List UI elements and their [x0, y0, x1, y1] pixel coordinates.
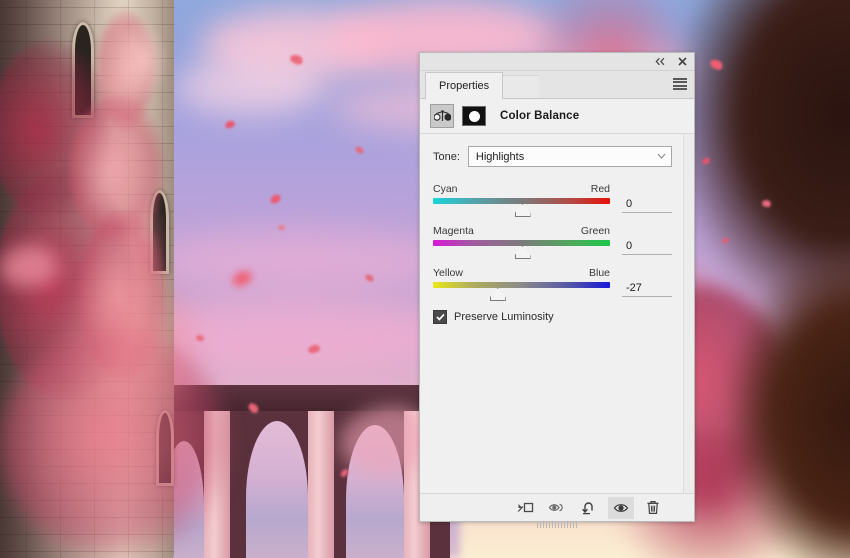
preserve-luminosity-label: Preserve Luminosity [454, 311, 554, 323]
layer-mask-thumbnail[interactable] [462, 106, 486, 126]
clip-to-layer-icon [517, 502, 533, 512]
slider-magenta-green-right-label: Green [580, 225, 610, 237]
clip-to-layer-button[interactable] [512, 497, 538, 519]
tone-select[interactable]: Highlights [467, 146, 672, 167]
panel-body: Tone: Highlights Cyan Red 0 Magenta Gree… [420, 134, 694, 493]
hamburger-menu-icon [673, 81, 687, 84]
panel-menu-button[interactable] [673, 78, 687, 90]
checkmark-icon [435, 313, 445, 321]
close-panel-button[interactable] [676, 55, 689, 68]
hamburger-menu-icon [673, 88, 687, 90]
panel-titlebar[interactable] [420, 53, 694, 71]
slider-yellow-blue-thumb[interactable] [489, 288, 506, 301]
panel-scrollbar[interactable] [683, 134, 694, 493]
preserve-luminosity-row[interactable]: Preserve Luminosity [433, 310, 672, 324]
slider-cyan-red: Cyan Red 0 [433, 183, 672, 217]
cloud [150, 230, 450, 290]
falling-petal [0, 245, 58, 287]
close-icon [678, 57, 687, 66]
view-previous-state-button[interactable] [544, 497, 570, 519]
slider-cyan-red-thumb[interactable] [514, 204, 531, 217]
tab-properties-label: Properties [439, 80, 490, 92]
trash-icon [647, 501, 659, 514]
color-balance-controls: Tone: Highlights Cyan Red 0 Magenta Gree… [420, 134, 694, 324]
color-balance-scales-icon [433, 110, 451, 121]
slider-magenta-green-left-label: Magenta [433, 225, 474, 237]
reset-button[interactable] [576, 497, 602, 519]
slider-cyan-red-value[interactable]: 0 [622, 197, 672, 213]
tab-properties[interactable]: Properties [425, 72, 504, 99]
cloud [175, 60, 325, 115]
blossom-cluster [118, 20, 168, 100]
collapse-to-icons-button[interactable] [654, 55, 667, 68]
properties-panel[interactable]: Properties Color Balance Tone: Highlight… [419, 52, 695, 528]
slider-magenta-green-value[interactable]: 0 [622, 239, 672, 255]
foreground-tree-trunk [730, 250, 850, 558]
tone-row: Tone: Highlights [433, 146, 672, 167]
slider-yellow-blue-value[interactable]: -27 [622, 281, 672, 297]
slider-cyan-red-left-label: Cyan [433, 183, 458, 195]
tone-select-value: Highlights [475, 150, 525, 163]
view-previous-state-icon [548, 503, 563, 512]
slider-yellow-blue: Yellow Blue -27 [433, 267, 672, 301]
tab-bar-filler [502, 75, 540, 98]
slider-yellow-blue-right-label: Blue [588, 267, 610, 279]
slider-magenta-green-thumb[interactable] [514, 246, 531, 259]
hamburger-menu-icon [673, 84, 687, 87]
reset-arrow-icon [582, 501, 593, 514]
adjustment-header: Color Balance [420, 99, 694, 134]
hamburger-menu-icon [673, 78, 687, 80]
tone-label: Tone: [433, 150, 460, 163]
eye-icon [613, 503, 628, 512]
foreground-blossoms-left [60, 260, 210, 420]
slider-magenta-green-track[interactable] [433, 240, 610, 259]
preserve-luminosity-checkbox[interactable] [433, 310, 447, 324]
aqueduct-pier [308, 411, 334, 558]
toggle-visibility-button[interactable] [608, 496, 634, 519]
delete-adjustment-button[interactable] [640, 497, 666, 519]
slider-magenta-green: Magenta Green 0 [433, 225, 672, 259]
layer-mask-thumbnail-icon [468, 110, 480, 122]
slider-yellow-blue-track[interactable] [433, 282, 610, 301]
chevron-down-icon [657, 152, 666, 161]
adjustment-thumbnail-button[interactable] [430, 104, 454, 128]
double-chevron-left-icon [655, 57, 665, 66]
panel-tab-bar[interactable]: Properties [420, 71, 694, 99]
panel-footer [420, 493, 694, 528]
adjustment-title: Color Balance [500, 110, 580, 122]
slider-yellow-blue-left-label: Yellow [433, 267, 463, 279]
resize-grip-icon[interactable] [537, 521, 577, 528]
slider-cyan-red-right-label: Red [590, 183, 610, 195]
slider-cyan-red-track[interactable] [433, 198, 610, 217]
